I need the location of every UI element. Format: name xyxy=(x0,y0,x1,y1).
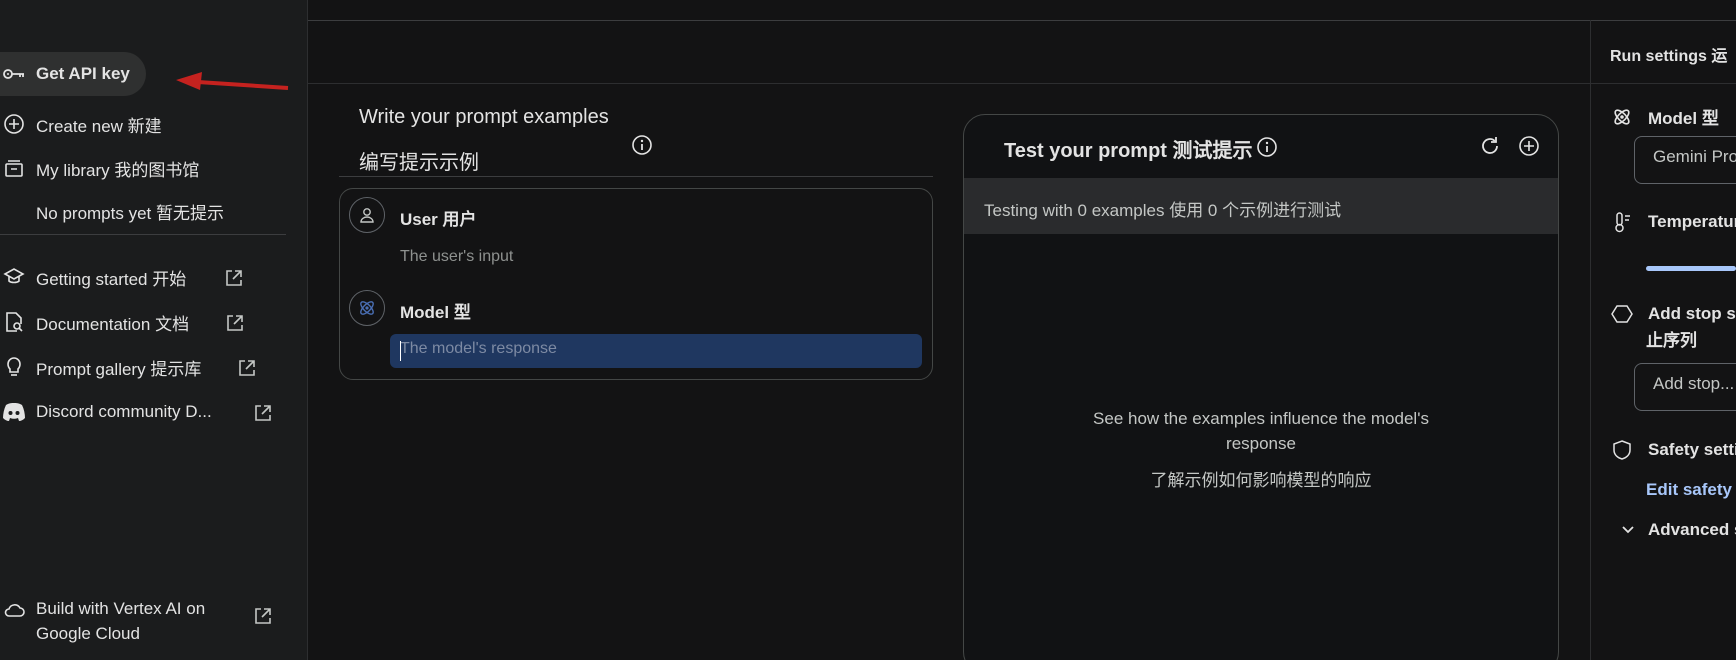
sidebar-item-discord[interactable]: Discord community D... xyxy=(0,392,212,432)
sidebar-item-documentation[interactable]: Documentation 文档 xyxy=(0,302,189,342)
examples-title: Write your prompt examples xyxy=(359,106,609,128)
model-role-label: Model 型 xyxy=(400,303,471,322)
model-select[interactable]: Gemini Pro xyxy=(1634,136,1736,184)
external-link-icon[interactable] xyxy=(237,358,257,378)
temperature-label: Temperatur xyxy=(1610,210,1736,234)
red-arrow-annotation xyxy=(176,72,289,90)
advanced-settings-toggle[interactable]: Advanced s xyxy=(1616,518,1736,542)
model-spark-icon xyxy=(360,301,374,315)
user-input-field[interactable]: The user's input xyxy=(400,248,513,266)
sidebar-item-label: My library 我的图书馆 xyxy=(36,160,200,180)
sidebar-item-create-new[interactable]: Create new 新建 xyxy=(0,104,162,144)
stop-sequence-text-cn: 止序列 xyxy=(1646,331,1697,350)
test-panel-title: Test your prompt 测试提示 xyxy=(1004,140,1253,162)
add-circle-icon[interactable] xyxy=(1518,135,1540,157)
test-status-text: Testing with 0 examples 使用 0 个示例进行测试 xyxy=(984,201,1342,220)
school-icon xyxy=(0,263,28,291)
key-icon xyxy=(0,60,28,88)
top-bar-divider xyxy=(308,20,1736,21)
model-spark-icon xyxy=(1610,105,1634,129)
external-link-icon[interactable] xyxy=(253,403,273,423)
sidebar-item-label: Get API key xyxy=(36,64,130,83)
sidebar-item-label: Documentation 文档 xyxy=(36,314,190,334)
add-circle-icon xyxy=(0,110,28,138)
model-avatar xyxy=(349,290,385,326)
safety-settings-text: Safety setti xyxy=(1648,440,1736,459)
chevron-down-icon xyxy=(1616,518,1640,542)
sidebar-item-label: Prompt gallery 提示库 xyxy=(36,359,202,379)
test-hint-text-cn: 了解示例如何影响模型的响应 xyxy=(1150,471,1372,490)
stop-sequence-label: Add stop se xyxy=(1610,302,1736,326)
advanced-settings-text: Advanced s xyxy=(1648,520,1736,539)
temperature-text: Temperatur xyxy=(1648,212,1736,231)
sidebar-item-label: No prompts yet 暂无提示 xyxy=(36,203,224,223)
sidebar-item-label: Discord community D... xyxy=(36,402,212,421)
shield-icon xyxy=(1610,438,1634,462)
model-setting-text: Model 型 xyxy=(1648,109,1719,128)
vertex-line-2: Google Cloud xyxy=(36,624,140,643)
sidebar-item-my-library[interactable]: My library 我的图书馆 xyxy=(0,148,199,188)
stop-sequence-input[interactable]: Add stop... xyxy=(1634,363,1736,411)
person-icon xyxy=(360,208,374,223)
sidebar-item-getting-started[interactable]: Getting started 开始 xyxy=(0,257,186,297)
examples-divider xyxy=(339,176,933,177)
thermometer-icon xyxy=(1610,210,1634,234)
user-avatar xyxy=(349,197,385,233)
stop-sequence-text: Add stop se xyxy=(1648,304,1736,323)
external-link-icon[interactable] xyxy=(225,313,245,333)
external-link-icon[interactable] xyxy=(224,268,244,288)
text-cursor xyxy=(400,341,401,361)
cloud-icon xyxy=(0,596,28,624)
model-setting-label: Model 型 xyxy=(1610,104,1719,129)
sidebar-item-vertex[interactable]: Build with Vertex AI on Google Cloud xyxy=(0,596,205,646)
doc-search-icon xyxy=(0,308,28,336)
discord-icon xyxy=(0,398,28,426)
temperature-slider[interactable] xyxy=(1646,266,1736,271)
refresh-icon[interactable] xyxy=(1479,135,1501,157)
edit-safety-link[interactable]: Edit safety xyxy=(1646,480,1732,500)
safety-settings-label: Safety setti xyxy=(1610,438,1736,462)
user-role-label: User 用户 xyxy=(400,210,477,229)
sidebar-item-prompt-gallery[interactable]: Prompt gallery 提示库 xyxy=(0,347,201,387)
info-icon[interactable] xyxy=(631,134,653,156)
top-bar xyxy=(308,0,1736,84)
test-hint-text: See how the examples influence the model… xyxy=(1093,409,1429,453)
sidebar-divider xyxy=(0,234,286,235)
external-link-icon[interactable] xyxy=(253,606,273,626)
sidebar-item-label: Create new 新建 xyxy=(36,116,162,136)
info-icon[interactable] xyxy=(1256,136,1278,158)
run-settings-title: Run settings 运 xyxy=(1610,48,1728,65)
hexagon-icon xyxy=(1610,302,1634,326)
sidebar-item-no-prompts: No prompts yet 暂无提示 xyxy=(0,191,224,231)
sidebar-item-api-key[interactable]: Get API key xyxy=(0,54,130,94)
sidebar-item-label: Getting started 开始 xyxy=(36,269,187,289)
lightbulb-icon xyxy=(0,353,28,381)
vertex-line-1: Build with Vertex AI on xyxy=(36,599,206,618)
model-response-field[interactable]: The model's response xyxy=(390,334,922,368)
examples-title-cn: 编写提示示例 xyxy=(359,152,479,174)
library-icon xyxy=(0,154,28,182)
